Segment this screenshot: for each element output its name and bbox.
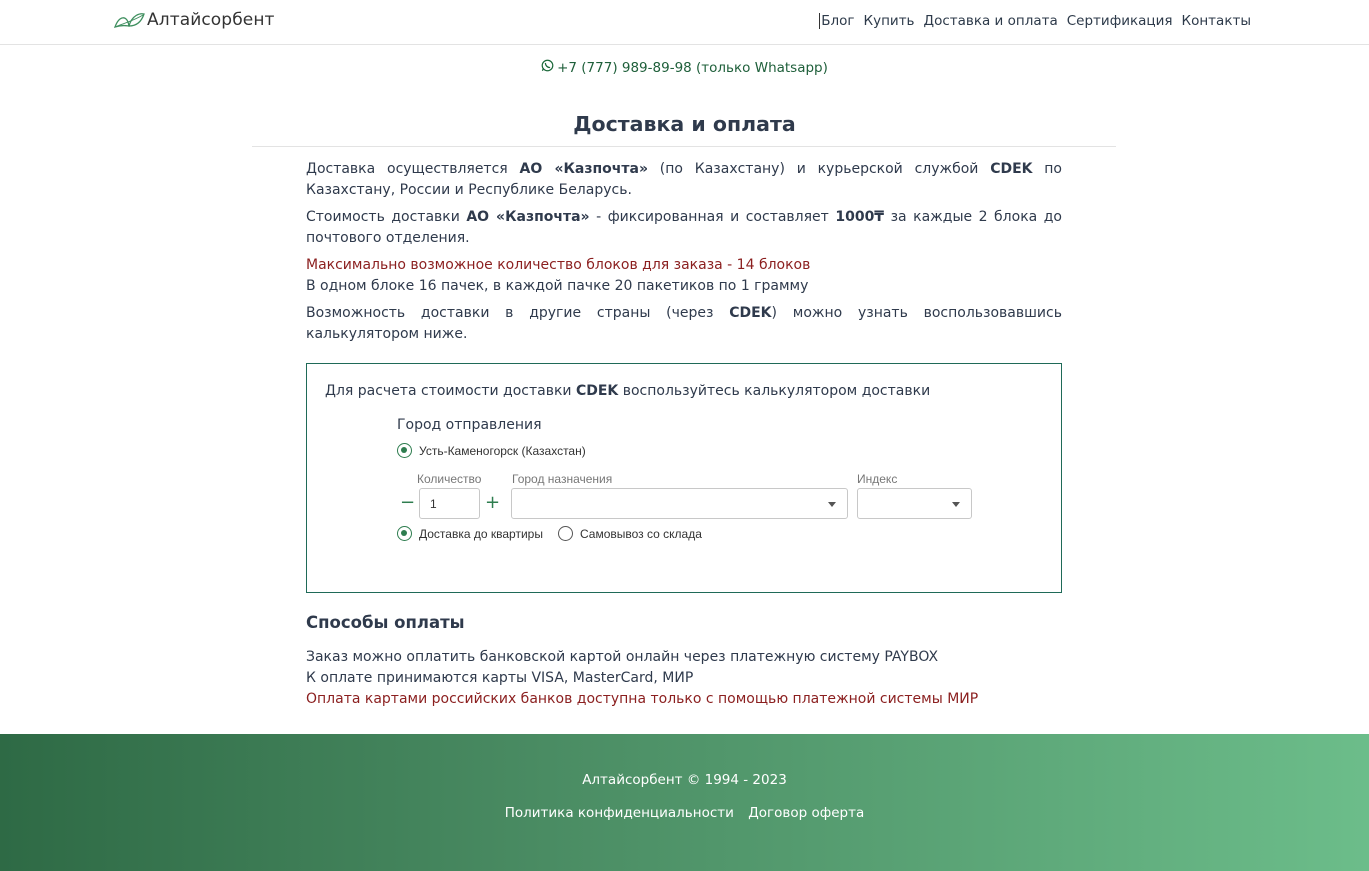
max-blocks-text: Максимально возможное количество блоков … <box>306 257 811 273</box>
index-label: Индекс <box>857 472 898 486</box>
nav-delivery[interactable]: Доставка и оплата <box>924 13 1058 29</box>
footer: Алтайсорбент © 1994 - 2023 Политика конф… <box>0 734 1369 871</box>
delivery-pickup-option[interactable]: Самовывоз со склада <box>558 526 702 541</box>
text: Стоимость доставки <box>306 209 467 225</box>
price: 1000₸ <box>835 209 885 225</box>
radio-checked-icon[interactable] <box>397 526 412 541</box>
text: (по Казахстану) и курьерской службой <box>648 161 991 177</box>
quantity-label: Количество <box>417 472 482 486</box>
origin-city-value: Усть-Каменогорск (Казахстан) <box>419 443 586 458</box>
cdek-name: CDEK <box>990 161 1033 177</box>
delivery-paragraph-1: Доставка осуществляется АО «Казпочта» (п… <box>306 159 1062 201</box>
logo-text: Алтайсорбент <box>147 10 275 30</box>
payment-methods-title: Способы оплаты <box>306 613 465 632</box>
delivery-door-label: Доставка до квартиры <box>419 526 543 541</box>
chevron-down-icon <box>828 502 836 507</box>
destination-label: Город назначения <box>512 472 613 486</box>
cdek-name: CDEK <box>575 383 619 399</box>
origin-city-label: Город отправления <box>397 417 542 433</box>
whatsapp-link[interactable]: +7 (777) 989-89-98 (только Whatsapp) <box>541 59 828 76</box>
nav-blog[interactable]: Блог <box>819 13 855 29</box>
delivery-paragraph-4: Возможность доставки в другие страны (че… <box>306 303 1062 345</box>
leaf-logo-icon <box>113 10 145 30</box>
text: Для расчета стоимости доставки <box>325 383 576 399</box>
quantity-increment-button[interactable]: + <box>485 494 500 512</box>
text: воспользуйтесь калькулятором доставки <box>618 383 931 399</box>
index-select[interactable] <box>857 488 972 519</box>
payment-line-paybox: Заказ можно оплатить банковской картой о… <box>306 649 939 665</box>
text: Возможность доставки в другие страны (че… <box>306 305 730 321</box>
max-blocks-notice: Максимально возможное количество блоков … <box>306 255 1062 276</box>
page-title: Доставка и оплата <box>573 112 796 136</box>
destination-city-select[interactable] <box>511 488 848 519</box>
text: Доставка осуществляется <box>306 161 520 177</box>
copyright: Алтайсорбент © 1994 - 2023 <box>582 772 787 788</box>
radio-checked-icon[interactable] <box>397 443 412 458</box>
text: - фиксированная и составляет <box>589 209 836 225</box>
delivery-pickup-label: Самовывоз со склада <box>580 526 702 541</box>
cdek-name: CDEK <box>729 305 772 321</box>
top-navbar: Алтайсорбент Блог Купить Доставка и опла… <box>0 0 1369 45</box>
payment-info: Заказ можно оплатить банковской картой о… <box>306 647 978 710</box>
delivery-door-option[interactable]: Доставка до квартиры <box>397 526 543 541</box>
whatsapp-contact: +7 (777) 989-89-98 (только Whatsapp) <box>0 59 1369 76</box>
payment-line-cards: К оплате принимаются карты VISA, MasterC… <box>306 670 694 686</box>
quantity-input[interactable] <box>419 488 480 519</box>
origin-city-option[interactable]: Усть-Каменогорск (Казахстан) <box>397 443 586 458</box>
cdek-calculator: Для расчета стоимости доставки CDEK восп… <box>306 363 1062 593</box>
nav-contacts[interactable]: Контакты <box>1182 13 1251 29</box>
offer-agreement-link[interactable]: Договор оферта <box>748 805 864 821</box>
kazpost-name: АО «Казпочта» <box>519 161 649 177</box>
main-nav: Блог Купить Доставка и оплата Сертификац… <box>819 13 1251 29</box>
privacy-policy-link[interactable]: Политика конфиденциальности <box>505 805 734 821</box>
delivery-paragraph-2: Стоимость доставки АО «Казпочта» - фикси… <box>306 207 1062 249</box>
chevron-down-icon <box>952 502 960 507</box>
delivery-info: Доставка осуществляется АО «Казпочта» (п… <box>306 159 1062 351</box>
kazpost-name: АО «Казпочта» <box>466 209 590 225</box>
nav-certification[interactable]: Сертификация <box>1067 13 1173 29</box>
logo[interactable]: Алтайсорбент <box>113 10 275 30</box>
whatsapp-icon <box>541 59 554 76</box>
calculator-intro: Для расчета стоимости доставки CDEK восп… <box>325 383 930 399</box>
block-info: В одном блоке 16 пачек, в каждой пачке 2… <box>306 278 809 294</box>
payment-line-mir: Оплата картами российских банков доступн… <box>306 691 979 707</box>
whatsapp-phone: +7 (777) 989-89-98 (только Whatsapp) <box>557 59 828 76</box>
nav-buy[interactable]: Купить <box>864 13 915 29</box>
quantity-decrement-button[interactable]: − <box>400 494 415 512</box>
footer-links: Политика конфиденциальности Договор офер… <box>0 805 1369 821</box>
radio-unchecked-icon[interactable] <box>558 526 573 541</box>
title-divider <box>252 146 1116 147</box>
